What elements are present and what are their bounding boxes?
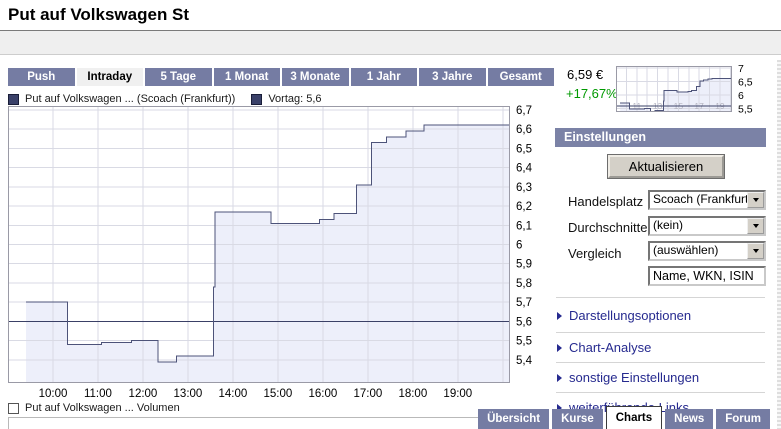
chevron-down-icon xyxy=(753,249,759,253)
period-tab-1monat[interactable]: 1 Monat xyxy=(214,68,281,86)
divider xyxy=(556,392,765,393)
vergleich-label: Vergleich xyxy=(568,246,621,261)
durchschnitte-value: (kein) xyxy=(650,218,747,234)
link-label: sonstige Einstellungen xyxy=(569,370,699,385)
handelsplatz-label: Handelsplatz xyxy=(568,194,643,209)
svg-text:12:00: 12:00 xyxy=(129,388,158,400)
volume-legend-label: Put auf Volkswagen ... Volumen xyxy=(25,402,180,414)
tab-charts[interactable]: Charts xyxy=(606,406,662,429)
svg-text:10:00: 10:00 xyxy=(39,388,68,400)
period-tab-3monate[interactable]: 3 Monate xyxy=(282,68,349,86)
svg-text:6,2: 6,2 xyxy=(516,201,532,213)
svg-text:6: 6 xyxy=(738,90,744,102)
handelsplatz-select[interactable]: Scoach (Frankfurt) xyxy=(648,190,766,210)
link-sonstige-einstellungen[interactable]: sonstige Einstellungen xyxy=(557,370,699,385)
tab-uebersicht[interactable]: Übersicht xyxy=(478,409,549,429)
arrow-right-icon xyxy=(557,344,562,352)
svg-text:6,6: 6,6 xyxy=(516,124,532,136)
volume-color-swatch-icon xyxy=(8,403,19,414)
divider xyxy=(556,297,765,298)
svg-text:6,3: 6,3 xyxy=(516,182,532,194)
svg-text:18:00: 18:00 xyxy=(398,388,427,400)
settings-panel-title: Einstellungen xyxy=(555,128,766,147)
header-bar: Put auf Volkswagen St xyxy=(0,0,781,31)
svg-text:19:00: 19:00 xyxy=(443,388,472,400)
chevron-down-icon xyxy=(753,224,759,228)
tab-news[interactable]: News xyxy=(665,409,713,429)
svg-text:15:00: 15:00 xyxy=(264,388,293,400)
dropdown-button[interactable] xyxy=(747,243,764,259)
period-tabbar: Push Intraday 5 Tage 1 Monat 3 Monate 1 … xyxy=(8,68,554,86)
quote-change: +17,67% xyxy=(566,86,618,101)
quote-price: 6,59 € xyxy=(567,67,603,82)
link-label: Chart-Analyse xyxy=(569,340,651,355)
vergleich-value: (auswählen) xyxy=(650,243,747,259)
volume-legend: Put auf Volkswagen ... Volumen xyxy=(8,402,180,414)
durchschnitte-select[interactable]: (kein) xyxy=(648,216,766,236)
svg-text:6,5: 6,5 xyxy=(738,77,753,89)
meta-bar xyxy=(0,31,781,55)
mini-chart: 111315171976,565,5 xyxy=(616,61,768,119)
period-tab-5tage[interactable]: 5 Tage xyxy=(145,68,212,86)
dropdown-button[interactable] xyxy=(747,218,764,234)
svg-text:5,7: 5,7 xyxy=(516,297,532,309)
svg-text:5,6: 5,6 xyxy=(516,316,532,328)
compare-search-input[interactable] xyxy=(648,266,766,286)
page: Put auf Volkswagen St Übersicht Kurse Ch… xyxy=(0,0,781,429)
svg-text:7: 7 xyxy=(738,63,744,75)
svg-text:6,4: 6,4 xyxy=(516,163,533,175)
link-label: Darstellungsoptionen xyxy=(569,308,691,323)
arrow-right-icon xyxy=(557,374,562,382)
svg-text:5,9: 5,9 xyxy=(516,259,532,271)
svg-text:11:00: 11:00 xyxy=(84,388,112,400)
svg-text:6,5: 6,5 xyxy=(516,143,532,155)
svg-text:17:00: 17:00 xyxy=(353,388,382,400)
link-chart-analyse[interactable]: Chart-Analyse xyxy=(557,340,651,355)
period-tab-1jahr[interactable]: 1 Jahr xyxy=(351,68,418,86)
svg-text:5,5: 5,5 xyxy=(738,104,753,116)
divider xyxy=(556,332,765,333)
period-tab-intraday[interactable]: Intraday xyxy=(77,68,144,86)
arrow-right-icon xyxy=(557,312,562,320)
vergleich-select[interactable]: (auswählen) xyxy=(648,241,766,261)
page-title: Put auf Volkswagen St xyxy=(8,5,189,25)
svg-text:5,8: 5,8 xyxy=(516,278,532,290)
svg-text:16:00: 16:00 xyxy=(308,388,337,400)
link-darstellungsoptionen[interactable]: Darstellungsoptionen xyxy=(557,308,691,323)
nav-tabs: Übersicht Kurse Charts News Forum xyxy=(478,406,770,429)
period-tab-gesamt[interactable]: Gesamt xyxy=(488,68,555,86)
handelsplatz-value: Scoach (Frankfurt) xyxy=(650,192,747,208)
volume-chart xyxy=(8,417,511,429)
tab-forum[interactable]: Forum xyxy=(716,409,770,429)
period-tab-3jahre[interactable]: 3 Jahre xyxy=(419,68,486,86)
svg-text:6,1: 6,1 xyxy=(516,220,532,232)
svg-text:6,7: 6,7 xyxy=(516,105,532,117)
tab-kurse[interactable]: Kurse xyxy=(552,409,603,429)
svg-text:13:00: 13:00 xyxy=(174,388,203,400)
chevron-down-icon xyxy=(753,198,759,202)
svg-text:5,4: 5,4 xyxy=(516,355,533,367)
svg-text:14:00: 14:00 xyxy=(219,388,248,400)
dropdown-button[interactable] xyxy=(747,192,764,208)
svg-text:6: 6 xyxy=(516,240,522,252)
period-tab-push[interactable]: Push xyxy=(8,68,75,86)
intraday-chart: 10:00 11:00 12:00 13:00 14:00 15:00 16:00 17:00… xyxy=(8,103,553,403)
divider xyxy=(556,362,765,363)
svg-text:5,5: 5,5 xyxy=(516,336,532,348)
refresh-button[interactable]: Aktualisieren xyxy=(608,155,724,178)
page-edge xyxy=(777,60,781,429)
durchschnitte-label: Durchschnitte xyxy=(568,220,647,235)
